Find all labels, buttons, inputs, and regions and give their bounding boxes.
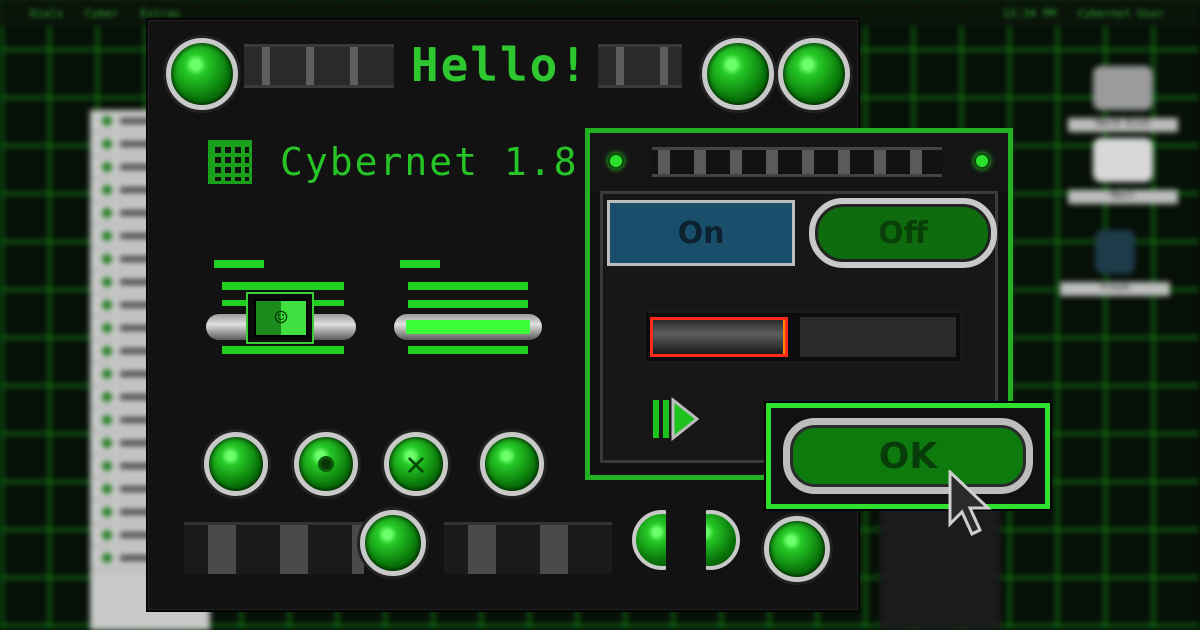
menu-item-dials[interactable]: Dials (30, 7, 63, 20)
bottom-control-bar[interactable] (184, 522, 364, 574)
menu-item-extras[interactable]: Extras (140, 7, 180, 20)
desktop-icon-label: Trash (1060, 282, 1170, 296)
green-orb-icon[interactable] (166, 38, 238, 110)
progress-bar (643, 310, 963, 364)
title-ornament (598, 44, 682, 88)
finder-face: ☺ (254, 299, 308, 337)
mail-icon (1093, 138, 1153, 182)
record-icon[interactable] (294, 432, 358, 496)
left-half-orb-icon[interactable] (632, 510, 666, 570)
app-name: Cybernet 1.8 (280, 140, 579, 184)
bottom-control-bar[interactable] (444, 522, 612, 574)
green-orb-icon[interactable] (764, 516, 830, 582)
title-ornament (244, 44, 394, 88)
title-ornament (652, 147, 942, 177)
desktop-icon-trash[interactable]: Trash (1060, 230, 1170, 296)
close-icon[interactable]: ✕ (384, 432, 448, 496)
green-orb-icon[interactable] (204, 432, 268, 496)
dialog-title-bar[interactable] (590, 133, 1008, 191)
progress-fill (650, 317, 788, 357)
menu-user[interactable]: Cybernet User (1078, 7, 1164, 20)
window-title: Hello! (410, 38, 590, 92)
desktop-icon-mail[interactable]: Mail (1068, 138, 1178, 204)
green-orb-icon[interactable] (480, 432, 544, 496)
on-toggle[interactable]: On (607, 200, 795, 266)
green-orb-icon[interactable] (778, 38, 850, 110)
grid-icon (208, 140, 252, 184)
status-led-icon (974, 153, 990, 169)
menu-clock: 12:34 PM (1002, 6, 1056, 20)
trash-icon (1095, 230, 1135, 274)
ok-button-frame: OK (766, 403, 1050, 509)
play-step-icon[interactable] (651, 394, 711, 444)
menu-item-cyber[interactable]: Cyber (85, 7, 118, 20)
status-led-icon (608, 153, 624, 169)
right-half-orb-icon[interactable] (706, 510, 740, 570)
green-orb-icon[interactable] (702, 38, 774, 110)
desktop-icon-label: Hard Disk (1068, 118, 1178, 132)
arrow-cursor-icon (948, 470, 992, 537)
off-toggle[interactable]: Off (809, 198, 997, 268)
desktop-icon-hard-disk[interactable]: Hard Disk (1068, 66, 1178, 132)
green-orb-icon[interactable] (360, 510, 426, 576)
progress-remaining (800, 317, 956, 357)
hard-disk-icon (1093, 66, 1153, 110)
finder-face-icon[interactable]: ☺ (246, 292, 314, 344)
desktop-icon-label: Mail (1068, 190, 1178, 204)
